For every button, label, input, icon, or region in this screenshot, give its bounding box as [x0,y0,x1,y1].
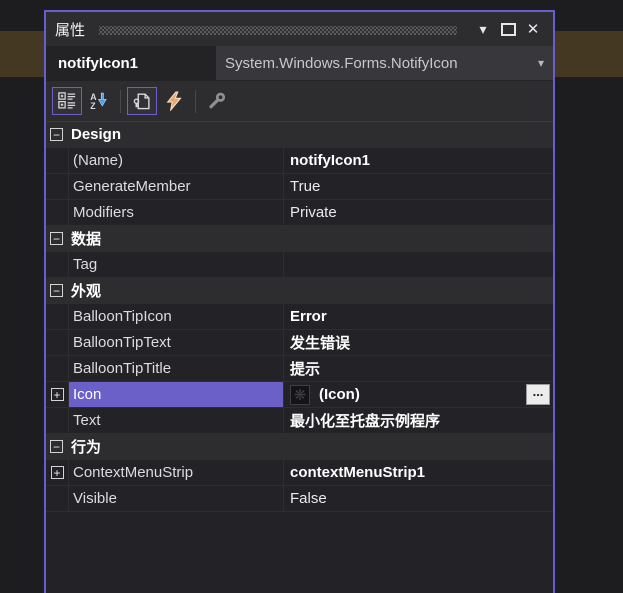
combobox-dropdown-icon[interactable]: ▾ [538,56,553,70]
property-value-cell[interactable]: 提示 [284,356,553,381]
property-pages-wrench-icon [207,91,227,111]
property-row[interactable]: GenerateMember True [46,174,553,200]
events-lightning-icon [164,91,184,111]
property-label[interactable]: BalloonTipIcon [69,304,284,329]
properties-page-icon [132,91,152,111]
close-icon: ✕ [527,20,540,38]
property-row[interactable]: Tag [46,252,553,278]
property-label[interactable]: Modifiers [69,200,284,225]
property-value-cell[interactable]: False [284,486,553,511]
drag-grip-texture[interactable] [99,26,457,35]
category-label: 行为 [71,436,101,457]
property-label[interactable]: Text [69,408,284,433]
row-gutter [46,174,69,199]
row-gutter [46,252,69,277]
property-row[interactable]: BalloonTipIcon Error [46,304,553,330]
ellipsis-editor-button[interactable]: ... [526,384,550,405]
category-label: 外观 [71,280,101,301]
window-position-button[interactable]: ▾ [472,18,494,40]
categorized-button[interactable] [52,87,82,115]
alphabetical-button[interactable]: A Z [84,87,114,115]
window-title: 属性 [55,19,85,40]
events-button[interactable] [159,87,189,115]
collapse-toggle-icon[interactable]: − [50,128,63,141]
row-gutter [46,356,69,381]
property-value-text: (Icon) [319,386,360,403]
row-gutter: + [46,460,69,485]
properties-view-button[interactable] [127,87,157,115]
property-value-text: Error [290,308,327,325]
property-row[interactable]: + Icon ❋ (Icon)... [46,382,553,408]
property-value-cell[interactable]: Private [284,200,553,225]
property-label[interactable]: ContextMenuStrip [69,460,284,485]
row-gutter [46,408,69,433]
row-gutter: + [46,382,69,407]
property-grid: −Design(Name)notifyIcon1GenerateMemberTr… [46,122,553,593]
icon-preview-thumbnail: ❋ [290,385,310,405]
expand-toggle-icon[interactable]: + [51,466,64,479]
category-row[interactable]: −行为 [46,434,553,460]
titlebar[interactable]: 属性 ▾ ✕ [46,12,553,46]
property-value-cell[interactable]: contextMenuStrip1 [284,460,553,485]
property-value-text: 发生错误 [290,332,350,353]
property-row[interactable]: Text 最小化至托盘示例程序 [46,408,553,434]
property-value-cell[interactable]: ❋ (Icon)... [284,382,553,407]
close-button[interactable]: ✕ [522,18,544,40]
property-pages-button[interactable] [202,87,232,115]
property-row[interactable]: BalloonTipText 发生错误 [46,330,553,356]
property-label[interactable]: Tag [69,252,284,277]
property-row[interactable]: Modifiers Private [46,200,553,226]
maximize-icon [501,23,516,36]
property-value-text: False [290,490,327,507]
property-row[interactable]: + ContextMenuStrip contextMenuStrip1 [46,460,553,486]
svg-text:Z: Z [90,101,96,111]
category-row[interactable]: −数据 [46,226,553,252]
properties-tool-window: 属性 ▾ ✕ notifyIcon1 System.Windows.Forms.… [44,10,555,593]
property-value-text: 最小化至托盘示例程序 [290,410,440,431]
row-gutter [46,330,69,355]
property-value-text: 提示 [290,358,320,379]
chevron-down-icon: ▾ [479,21,486,38]
property-label[interactable]: Visible [69,486,284,511]
property-value-cell[interactable] [284,252,553,277]
category-row[interactable]: −外观 [46,278,553,304]
row-gutter [46,148,69,173]
collapse-toggle-icon[interactable]: − [50,232,63,245]
property-value-cell[interactable]: 最小化至托盘示例程序 [284,408,553,433]
row-gutter [46,200,69,225]
category-row[interactable]: −Design [46,122,553,148]
selected-object-type: System.Windows.Forms.NotifyIcon [225,55,458,72]
property-label[interactable]: Icon [69,382,284,407]
property-value-text: True [290,178,320,195]
selected-object-name: notifyIcon1 [46,46,216,80]
property-label[interactable]: GenerateMember [69,174,284,199]
property-label[interactable]: (Name) [69,148,284,173]
property-row[interactable]: BalloonTipTitle 提示 [46,356,553,382]
property-row[interactable]: Visible False [46,486,553,512]
property-label[interactable]: BalloonTipTitle [69,356,284,381]
row-gutter [46,304,69,329]
property-value-cell[interactable]: 发生错误 [284,330,553,355]
object-selector-combobox[interactable]: notifyIcon1 System.Windows.Forms.NotifyI… [46,46,553,81]
property-value-cell[interactable]: True [284,174,553,199]
property-row[interactable]: (Name) notifyIcon1 [46,148,553,174]
property-value-text: contextMenuStrip1 [290,464,425,481]
toolbar-separator [195,90,196,113]
toolbar-separator [120,90,121,113]
property-value-text: notifyIcon1 [290,152,370,169]
property-value-cell[interactable]: Error [284,304,553,329]
collapse-toggle-icon[interactable]: − [50,284,63,297]
alphabetical-sort-icon: A Z [89,91,109,111]
category-label: 数据 [71,228,101,249]
property-label[interactable]: BalloonTipText [69,330,284,355]
category-label: Design [71,126,121,143]
row-gutter [46,486,69,511]
collapse-toggle-icon[interactable]: − [50,440,63,453]
properties-toolbar: A Z [46,81,553,122]
maximize-button[interactable] [497,18,519,40]
property-value-cell[interactable]: notifyIcon1 [284,148,553,173]
categorized-icon [57,91,77,111]
property-value-text: Private [290,204,337,221]
expand-toggle-icon[interactable]: + [51,388,64,401]
